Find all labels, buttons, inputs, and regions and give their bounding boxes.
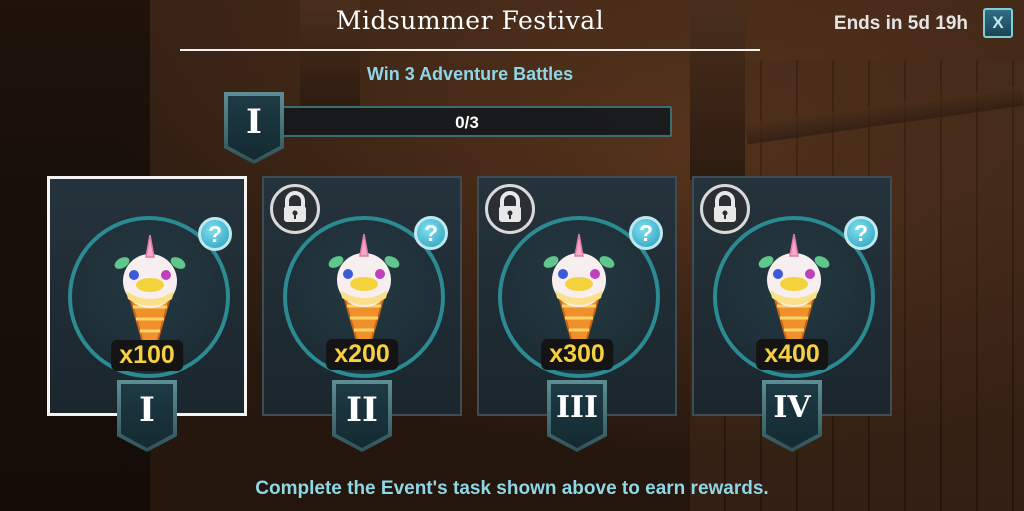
tier-numeral: I [121,384,173,448]
unicorn-ice-cream-icon [328,234,400,353]
close-button[interactable]: X [983,8,1013,38]
event-task: Win 3 Adventure Battles [366,64,574,84]
lock-icon [700,184,750,234]
help-icon[interactable]: ? [844,216,878,250]
title-divider [180,49,760,51]
help-icon[interactable]: ? [198,217,232,251]
tier-badge-3: III [547,380,607,452]
reward-quantity: x200 [326,339,398,370]
tier-badge-2: II [332,380,392,452]
tier-numeral: III [551,384,603,448]
task-progress-bar: 0/3 [262,106,672,137]
unicorn-ice-cream-icon [543,234,615,353]
event-timer: Ends in 5d 19h [833,13,968,34]
reward-quantity: x400 [756,339,828,370]
event-title: Midsummer Festival [335,6,605,35]
progress-text: 0/3 [455,113,479,132]
reward-quantity: x300 [541,339,613,370]
lock-icon [270,184,320,234]
help-icon[interactable]: ? [414,216,448,250]
help-icon[interactable]: ? [629,216,663,250]
reward-quantity: x100 [111,340,183,371]
lock-icon [485,184,535,234]
footer-instructions: Complete the Event's task shown above to… [255,478,769,499]
tier-numeral: IV [766,384,818,448]
current-tier-numeral: I [228,96,280,160]
unicorn-ice-cream-icon [758,234,830,353]
tier-numeral: II [336,384,388,448]
current-tier-badge: I [224,92,284,164]
unicorn-ice-cream-icon [114,235,186,354]
